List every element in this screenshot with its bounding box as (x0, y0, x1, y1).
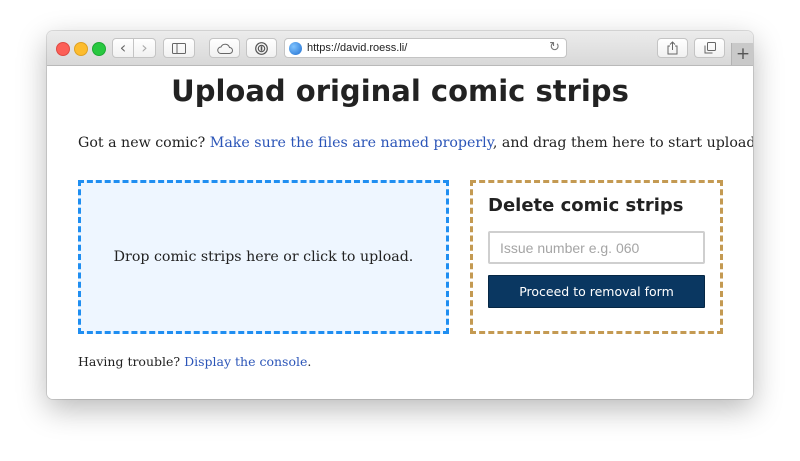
issue-number-input[interactable] (488, 231, 705, 264)
trouble-prefix: Having trouble? (78, 354, 185, 369)
share-button[interactable] (657, 38, 688, 58)
trouble-text: Having trouble? Display the console. (78, 354, 311, 369)
back-icon: ‹ (119, 38, 127, 57)
delete-panel-title: Delete comic strips (488, 195, 684, 216)
icloud-tabs-icon (216, 43, 233, 54)
proceed-button-label: Proceed to removal form (519, 284, 674, 299)
tabs-overview-icon (704, 42, 716, 54)
sidebar-toggle-button[interactable] (163, 38, 195, 58)
browser-toolbar: ‹ › https://david.roess.li/ ↻ + (47, 31, 753, 66)
address-url: https://david.roess.li/ (307, 42, 408, 54)
dropzone-label: Drop comic strips here or click to uploa… (113, 249, 414, 265)
address-bar[interactable]: https://david.roess.li/ ↻ (284, 38, 567, 58)
icloud-tabs-button[interactable] (209, 38, 240, 58)
trouble-suffix: . (307, 354, 312, 369)
new-tab-icon: + (735, 44, 751, 64)
password-manager-button[interactable] (246, 38, 277, 58)
upload-dropzone[interactable]: Drop comic strips here or click to uploa… (78, 180, 449, 334)
tabs-overview-button[interactable] (694, 38, 725, 58)
back-button[interactable]: ‹ (112, 38, 134, 58)
delete-panel: Delete comic strips Proceed to removal f… (470, 180, 723, 334)
zoom-window-button[interactable] (92, 42, 106, 56)
page-content: Upload original comic strips Got a new c… (47, 66, 753, 399)
share-icon (667, 41, 678, 55)
forward-button[interactable]: › (134, 38, 156, 58)
password-manager-icon (255, 41, 268, 55)
nav-button-group: ‹ › (112, 38, 156, 58)
minimize-window-button[interactable] (74, 42, 88, 56)
globe-icon (289, 41, 302, 55)
reload-icon[interactable]: ↻ (549, 40, 560, 55)
browser-window: ‹ › https://david.roess.li/ ↻ + Upload o… (47, 31, 753, 399)
file-naming-link[interactable]: Make sure the files are named properly (210, 135, 493, 151)
intro-suffix: , and drag them here to start upload. (492, 135, 753, 151)
forward-icon: › (141, 38, 148, 57)
intro-text: Got a new comic? Make sure the files are… (78, 135, 753, 151)
proceed-to-removal-button[interactable]: Proceed to removal form (488, 275, 705, 308)
intro-prefix: Got a new comic? (78, 135, 210, 151)
close-window-button[interactable] (56, 42, 70, 56)
display-console-link[interactable]: Display the console (184, 354, 307, 369)
page-title: Upload original comic strips (171, 74, 629, 108)
sidebar-icon (172, 42, 186, 54)
new-tab-button[interactable]: + (731, 43, 753, 65)
